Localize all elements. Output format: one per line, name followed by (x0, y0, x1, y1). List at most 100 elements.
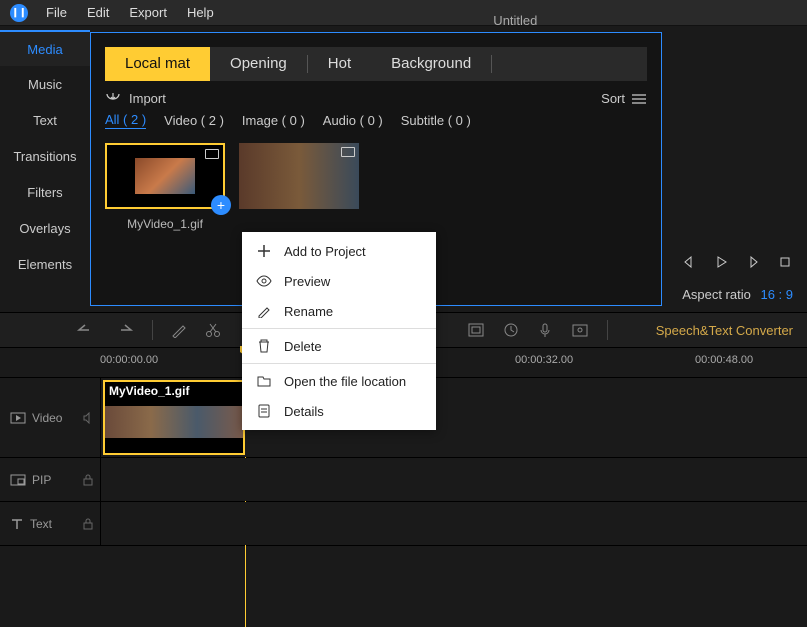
edit-button[interactable] (171, 322, 187, 338)
track-lock-button[interactable] (76, 502, 100, 545)
ctx-details[interactable]: Details (242, 396, 436, 426)
track-lock-button[interactable] (76, 458, 100, 501)
app-logo: ❙❙ (10, 4, 28, 22)
clip-label: MyVideo_1.gif (109, 384, 189, 398)
aspect-ratio-value[interactable]: 16 : 9 (760, 287, 793, 302)
sidebar-item-transitions[interactable]: Transitions (0, 138, 90, 174)
menubar: ❙❙ File Edit Export Help Untitled (0, 0, 807, 26)
media-tab-opening[interactable]: Opening (210, 47, 307, 81)
sort-icon (631, 93, 647, 105)
menu-edit[interactable]: Edit (77, 0, 119, 26)
sidebar-item-media[interactable]: Media (0, 30, 90, 66)
ctx-open-location[interactable]: Open the file location (242, 366, 436, 396)
duration-button[interactable] (503, 322, 519, 338)
ctx-label: Details (284, 404, 324, 419)
context-menu: Add to Project Preview Rename Delete Ope… (242, 232, 436, 430)
ruler-tick: 00:00:32.00 (515, 354, 573, 366)
aspect-ratio-label: Aspect ratio (682, 287, 751, 302)
clip-thumbnail[interactable] (239, 143, 359, 209)
ctx-label: Open the file location (284, 374, 406, 389)
track-body[interactable]: MyVideo_1.gif (100, 378, 807, 457)
import-button[interactable]: Import (105, 91, 166, 106)
playback-controls (679, 252, 795, 272)
track-mute-button[interactable] (76, 378, 100, 457)
filter-video[interactable]: Video ( 2 ) (164, 113, 224, 128)
track-header: PIP (0, 458, 76, 501)
ctx-label: Add to Project (284, 244, 366, 259)
menu-help[interactable]: Help (177, 0, 224, 26)
eye-icon (256, 273, 272, 289)
preview-panel: Aspect ratio 16 : 9 (662, 26, 807, 312)
import-icon (105, 92, 121, 106)
aspect-ratio-row: Aspect ratio 16 : 9 (682, 287, 793, 302)
filter-subtitle[interactable]: Subtitle ( 0 ) (401, 113, 471, 128)
track-label: Video (32, 411, 62, 425)
media-clip[interactable]: + MyVideo_1.gif (105, 143, 225, 231)
text-track-icon (10, 517, 24, 531)
ruler-body[interactable]: 00:00:00.00 00:00:16.00 00:00:32.00 00:0… (100, 348, 807, 377)
track-body[interactable] (100, 502, 807, 545)
filter-audio[interactable]: Audio ( 0 ) (323, 113, 383, 128)
clip-thumbnail[interactable]: + (105, 143, 225, 209)
track-label: PIP (32, 473, 51, 487)
filter-row: All ( 2 ) Video ( 2 ) Image ( 0 ) Audio … (91, 112, 661, 137)
ctx-separator (242, 328, 436, 329)
plus-icon (256, 243, 272, 259)
ctx-add-to-project[interactable]: Add to Project (242, 236, 436, 266)
next-frame-button[interactable] (743, 252, 763, 272)
track-header: Video (0, 378, 76, 457)
ruler-tick: 00:00:48.00 (695, 354, 753, 366)
play-button[interactable] (711, 252, 731, 272)
ctx-rename[interactable]: Rename (242, 296, 436, 326)
sidebar-item-text[interactable]: Text (0, 102, 90, 138)
media-tab-local[interactable]: Local mat (105, 47, 210, 81)
ctx-label: Delete (284, 339, 322, 354)
media-tabs: Local mat Opening Hot Background (105, 47, 647, 81)
crop-button[interactable] (467, 322, 485, 338)
media-clip[interactable] (239, 143, 359, 231)
redo-button[interactable] (114, 322, 134, 338)
ctx-separator (242, 363, 436, 364)
ruler-tick: 00:00:00.00 (100, 354, 158, 366)
ctx-delete[interactable]: Delete (242, 331, 436, 361)
clip-image (135, 158, 195, 194)
pip-track: PIP (0, 458, 807, 502)
media-tab-background[interactable]: Background (371, 47, 491, 81)
filter-image[interactable]: Image ( 0 ) (242, 113, 305, 128)
timeline-clip[interactable]: MyVideo_1.gif (103, 380, 245, 455)
ctx-label: Preview (284, 274, 330, 289)
tab-separator (491, 55, 492, 73)
track-header: Text (0, 502, 76, 545)
trash-icon (256, 338, 272, 354)
toolbar-separator (152, 320, 153, 340)
ctx-preview[interactable]: Preview (242, 266, 436, 296)
import-label: Import (129, 91, 166, 106)
speech-text-converter-link[interactable]: Speech&Text Converter (656, 323, 793, 338)
pip-track-icon (10, 474, 26, 486)
media-tab-hot[interactable]: Hot (308, 47, 371, 81)
sidebar: Media Music Text Transitions Filters Ove… (0, 26, 90, 312)
sort-label: Sort (601, 91, 625, 106)
split-button[interactable] (205, 322, 221, 338)
sidebar-item-filters[interactable]: Filters (0, 174, 90, 210)
pencil-icon (256, 303, 272, 319)
text-track: Text (0, 502, 807, 546)
track-body[interactable] (100, 458, 807, 501)
menu-export[interactable]: Export (119, 0, 177, 26)
camera-icon (341, 147, 355, 157)
sort-button[interactable]: Sort (601, 91, 647, 106)
sidebar-item-elements[interactable]: Elements (0, 246, 90, 282)
sidebar-item-overlays[interactable]: Overlays (0, 210, 90, 246)
ctx-label: Rename (284, 304, 333, 319)
add-clip-button[interactable]: + (211, 195, 231, 215)
undo-button[interactable] (76, 322, 96, 338)
filter-all[interactable]: All ( 2 ) (105, 112, 146, 129)
prev-frame-button[interactable] (679, 252, 699, 272)
screenshot-button[interactable] (571, 322, 589, 338)
sidebar-item-music[interactable]: Music (0, 66, 90, 102)
stop-button[interactable] (775, 252, 795, 272)
menu-file[interactable]: File (36, 0, 77, 26)
camera-icon (205, 149, 219, 159)
voiceover-button[interactable] (537, 322, 553, 338)
import-row: Import Sort (91, 81, 661, 112)
